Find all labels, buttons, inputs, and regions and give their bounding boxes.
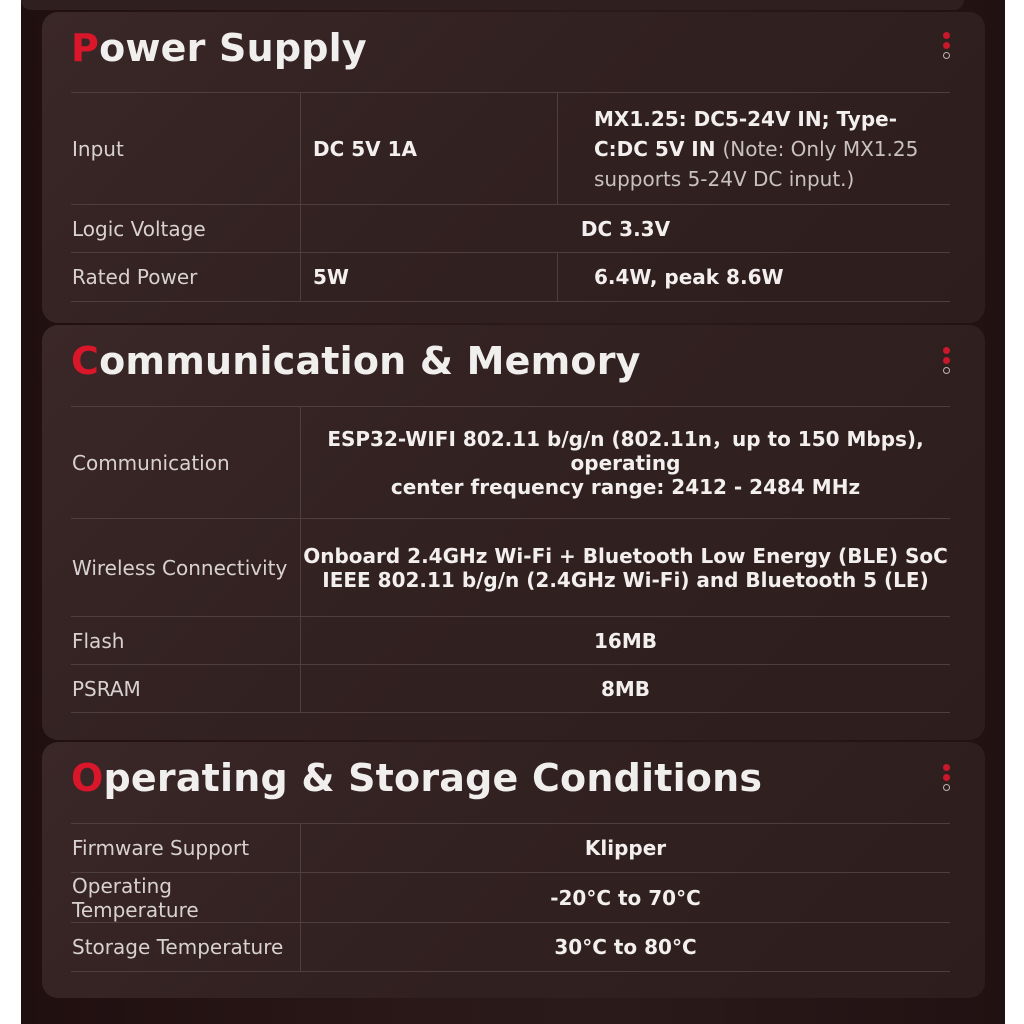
section-title: Communication & Memory bbox=[71, 339, 641, 383]
vertical-dots-icon[interactable] bbox=[943, 347, 951, 377]
table-row: Firmware Support Klipper bbox=[71, 823, 950, 873]
table-row: Operating Temperature -20°C to 70°C bbox=[71, 872, 950, 923]
row-label: Flash bbox=[71, 616, 301, 665]
row-label: Storage Temperature bbox=[71, 922, 301, 972]
row-label: Input bbox=[71, 92, 301, 205]
table-row: Wireless Connectivity Onboard 2.4GHz Wi-… bbox=[71, 518, 950, 617]
row-label: Operating Temperature bbox=[71, 872, 301, 923]
row-value: Klipper bbox=[300, 823, 950, 873]
table-row: PSRAM 8MB bbox=[71, 664, 950, 713]
communication-memory-card: Communication & Memory Communication ESP… bbox=[42, 325, 985, 740]
value-line: IEEE 802.11 b/g/n (2.4GHz Wi-Fi) and Blu… bbox=[322, 567, 929, 592]
table-row: Rated Power 5W 6.4W, peak 8.6W bbox=[71, 252, 950, 302]
power-supply-table: Input DC 5V 1A MX1.25: DC5-24V IN; Type-… bbox=[71, 92, 950, 302]
row-value: 8MB bbox=[300, 664, 950, 713]
previous-card-edge bbox=[21, 0, 964, 10]
section-title: Operating & Storage Conditions bbox=[71, 756, 762, 800]
title-text: perating & Storage Conditions bbox=[103, 756, 763, 800]
row-value: 5W bbox=[300, 252, 558, 302]
row-value: DC 5V 1A bbox=[300, 92, 558, 205]
row-value: 30°C to 80°C bbox=[300, 922, 950, 972]
row-label: Wireless Connectivity bbox=[71, 518, 301, 617]
value-line: Onboard 2.4GHz Wi-Fi + Bluetooth Low Ene… bbox=[303, 543, 948, 568]
operating-storage-table: Firmware Support Klipper Operating Tempe… bbox=[71, 823, 950, 972]
row-value: DC 3.3V bbox=[300, 204, 950, 253]
row-value: 16MB bbox=[300, 616, 950, 665]
row-label: Firmware Support bbox=[71, 823, 301, 873]
section-title: Power Supply bbox=[71, 26, 367, 70]
row-label: PSRAM bbox=[71, 664, 301, 713]
row-value: Onboard 2.4GHz Wi-Fi + Bluetooth Low Ene… bbox=[300, 518, 950, 617]
row-label: Logic Voltage bbox=[71, 204, 301, 253]
value-line: ESP32-WIFI 802.11 b/g/n (802.11n，up to 1… bbox=[327, 426, 924, 475]
row-value: -20°C to 70°C bbox=[300, 872, 950, 923]
value-line: center frequency range: 2412 - 2484 MHz bbox=[390, 474, 861, 499]
row-label: Rated Power bbox=[71, 252, 301, 302]
table-row: Logic Voltage DC 3.3V bbox=[71, 204, 950, 253]
operating-storage-card: Operating & Storage Conditions Firmware … bbox=[42, 742, 985, 998]
table-row: Storage Temperature 30°C to 80°C bbox=[71, 922, 950, 972]
title-accent-letter: O bbox=[71, 756, 104, 800]
vertical-dots-icon[interactable] bbox=[943, 764, 951, 794]
title-accent-letter: P bbox=[71, 26, 100, 70]
row-value-secondary: MX1.25: DC5-24V IN; Type-C:DC 5V IN (Not… bbox=[557, 92, 950, 205]
communication-memory-table: Communication ESP32-WIFI 802.11 b/g/n (8… bbox=[71, 406, 950, 713]
table-row: Flash 16MB bbox=[71, 616, 950, 665]
row-value: ESP32-WIFI 802.11 b/g/n (802.11n，up to 1… bbox=[300, 406, 950, 519]
table-row: Communication ESP32-WIFI 802.11 b/g/n (8… bbox=[71, 406, 950, 519]
title-text: ower Supply bbox=[99, 26, 367, 70]
title-accent-letter: C bbox=[71, 339, 100, 383]
row-value-secondary: 6.4W, peak 8.6W bbox=[557, 252, 950, 302]
power-supply-card: Power Supply Input DC 5V 1A MX1.25: DC5-… bbox=[42, 12, 985, 323]
table-row: Input DC 5V 1A MX1.25: DC5-24V IN; Type-… bbox=[71, 92, 950, 205]
title-text: ommunication & Memory bbox=[99, 339, 641, 383]
row-label: Communication bbox=[71, 406, 301, 519]
vertical-dots-icon[interactable] bbox=[943, 32, 951, 62]
